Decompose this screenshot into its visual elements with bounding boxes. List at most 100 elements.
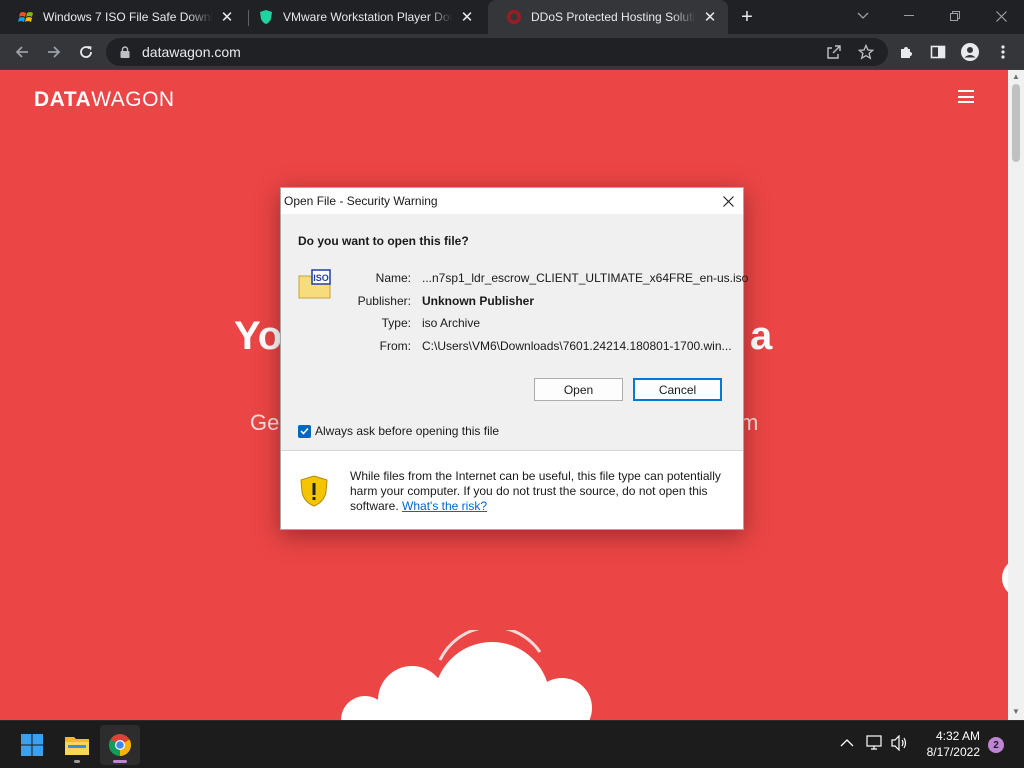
windows-start-icon [21, 734, 43, 756]
scroll-down-icon[interactable]: ▼ [1012, 708, 1020, 716]
extensions-button[interactable] [897, 43, 915, 61]
windows-logo-icon [18, 12, 33, 22]
page-scrollbar[interactable]: ▲ ▼ [1008, 70, 1024, 720]
tab-close-icon[interactable]: ✕ [702, 9, 718, 26]
active-indicator [113, 760, 127, 763]
cloud-illustration [341, 630, 592, 720]
reload-button[interactable] [74, 40, 98, 64]
network-icon [866, 735, 882, 750]
avatar-icon [961, 43, 979, 61]
warning-message: While files from the Internet can be use… [350, 469, 730, 514]
tab-title: Windows 7 ISO File Safe Download [43, 10, 213, 24]
hero-subheading-left: Ge [250, 410, 280, 435]
chrome-taskbar-button[interactable] [100, 725, 140, 765]
datawagon-favicon-icon [507, 10, 521, 24]
puzzle-icon [901, 47, 912, 58]
iso-icon-label: ISO [313, 273, 329, 283]
dialog-title: Open File - Security Warning [284, 194, 438, 208]
folder-icon [65, 737, 89, 755]
side-panel-button[interactable] [929, 43, 947, 61]
restore-icon [950, 11, 960, 21]
tab-search-button[interactable] [840, 0, 886, 32]
clock-date: 8/17/2022 [926, 745, 980, 759]
browser-toolbar: datawagon.com [0, 34, 1024, 70]
arrow-right-icon [48, 46, 61, 58]
share-button[interactable] [825, 43, 843, 61]
hero-heading-right: a [750, 314, 773, 358]
minimize-icon [904, 15, 914, 16]
chrome-icon [109, 734, 131, 756]
open-button[interactable]: Open [534, 378, 623, 401]
scroll-thumb[interactable] [1012, 84, 1020, 162]
show-hidden-icons-button[interactable] [840, 735, 854, 753]
logo-bold: DATA [34, 88, 92, 111]
url-text[interactable]: datawagon.com [142, 44, 241, 60]
arrow-left-icon [15, 46, 28, 58]
cancel-button[interactable]: Cancel [633, 378, 722, 401]
iso-file-icon: ISO [298, 269, 331, 299]
notification-badge[interactable]: 2 [988, 737, 1004, 753]
tab-title: VMware Workstation Player Download [283, 10, 453, 24]
clock-time: 4:32 AM [935, 729, 980, 743]
menu-button[interactable] [994, 43, 1012, 61]
lock-icon[interactable] [120, 46, 130, 58]
always-ask-checkbox-row[interactable]: Always ask before opening this file [298, 424, 499, 438]
security-warning-dialog: Open File - Security Warning Do you want… [280, 187, 748, 530]
scroll-up-icon[interactable]: ▲ [1012, 73, 1020, 81]
taskbar-clock[interactable]: 4:32 AM 8/17/2022 [900, 728, 980, 760]
dialog-warning-footer: While files from the Internet can be use… [281, 451, 743, 529]
kebab-menu-icon [1001, 45, 1005, 59]
publisher-label: Publisher: [357, 294, 411, 308]
close-icon [995, 10, 1007, 22]
type-label: Type: [381, 316, 411, 330]
dialog-question: Do you want to open this file? [298, 234, 469, 248]
tab-close-icon[interactable]: ✕ [219, 9, 235, 26]
restore-button[interactable] [932, 0, 978, 32]
publisher-value: Unknown Publisher [422, 294, 535, 308]
name-value: ...n7sp1_ldr_escrow_CLIENT_ULTIMATE_x64F… [422, 271, 749, 285]
dialog-body: Do you want to open this file? ISO Name:… [281, 214, 748, 450]
site-logo[interactable]: DATAWAGON [34, 88, 175, 112]
logo-thin: WAGON [91, 88, 175, 111]
tab-vmware-player[interactable]: VMware Workstation Player Download ✕ [240, 0, 488, 34]
address-bar[interactable]: datawagon.com [106, 38, 888, 66]
tab-close-icon[interactable]: ✕ [459, 9, 475, 26]
minimize-button[interactable] [886, 0, 932, 32]
hero-heading-left: Yo [234, 314, 283, 358]
always-ask-label[interactable]: Always ask before opening this file [315, 424, 499, 438]
bookmark-button[interactable] [857, 43, 875, 61]
vmware-shield-icon [260, 10, 272, 24]
reload-icon [80, 46, 92, 58]
checkmark-icon [300, 427, 309, 435]
profile-button[interactable] [961, 43, 979, 61]
close-window-button[interactable] [978, 0, 1024, 32]
chevron-down-icon [857, 12, 869, 19]
tab-strip: Windows 7 ISO File Safe Download ✕ VMwar… [0, 0, 1024, 34]
network-button[interactable] [866, 735, 884, 756]
hamburger-menu-icon[interactable] [958, 90, 974, 103]
back-button[interactable] [10, 40, 34, 64]
tab-datawagon[interactable]: DDoS Protected Hosting Solutions ✕ [488, 0, 728, 34]
windows-taskbar: 4:32 AM 8/17/2022 2 [0, 720, 1024, 768]
warning-shield-icon [300, 475, 328, 507]
whats-the-risk-link[interactable]: What's the risk? [402, 499, 487, 513]
dialog-titlebar[interactable]: Open File - Security Warning [281, 188, 743, 214]
dialog-close-button[interactable] [719, 192, 737, 210]
start-button[interactable] [12, 725, 52, 765]
name-label: Name: [375, 271, 411, 285]
share-icon [827, 45, 841, 59]
type-value: iso Archive [422, 316, 481, 330]
always-ask-checkbox[interactable] [298, 424, 311, 438]
from-label: From: [379, 339, 411, 353]
tab-windows7-iso[interactable]: Windows 7 ISO File Safe Download ✕ [0, 0, 248, 34]
new-tab-button[interactable]: + [737, 7, 757, 27]
running-indicator [74, 760, 80, 763]
chevron-up-icon [840, 739, 854, 747]
star-icon [858, 44, 874, 60]
close-icon [722, 195, 734, 207]
forward-button[interactable] [42, 40, 66, 64]
file-explorer-button[interactable] [57, 725, 97, 765]
from-value: C:\Users\VM6\Downloads\7601.24214.180801… [422, 339, 732, 353]
side-panel-icon [930, 45, 946, 59]
tab-title: DDoS Protected Hosting Solutions [531, 10, 696, 24]
